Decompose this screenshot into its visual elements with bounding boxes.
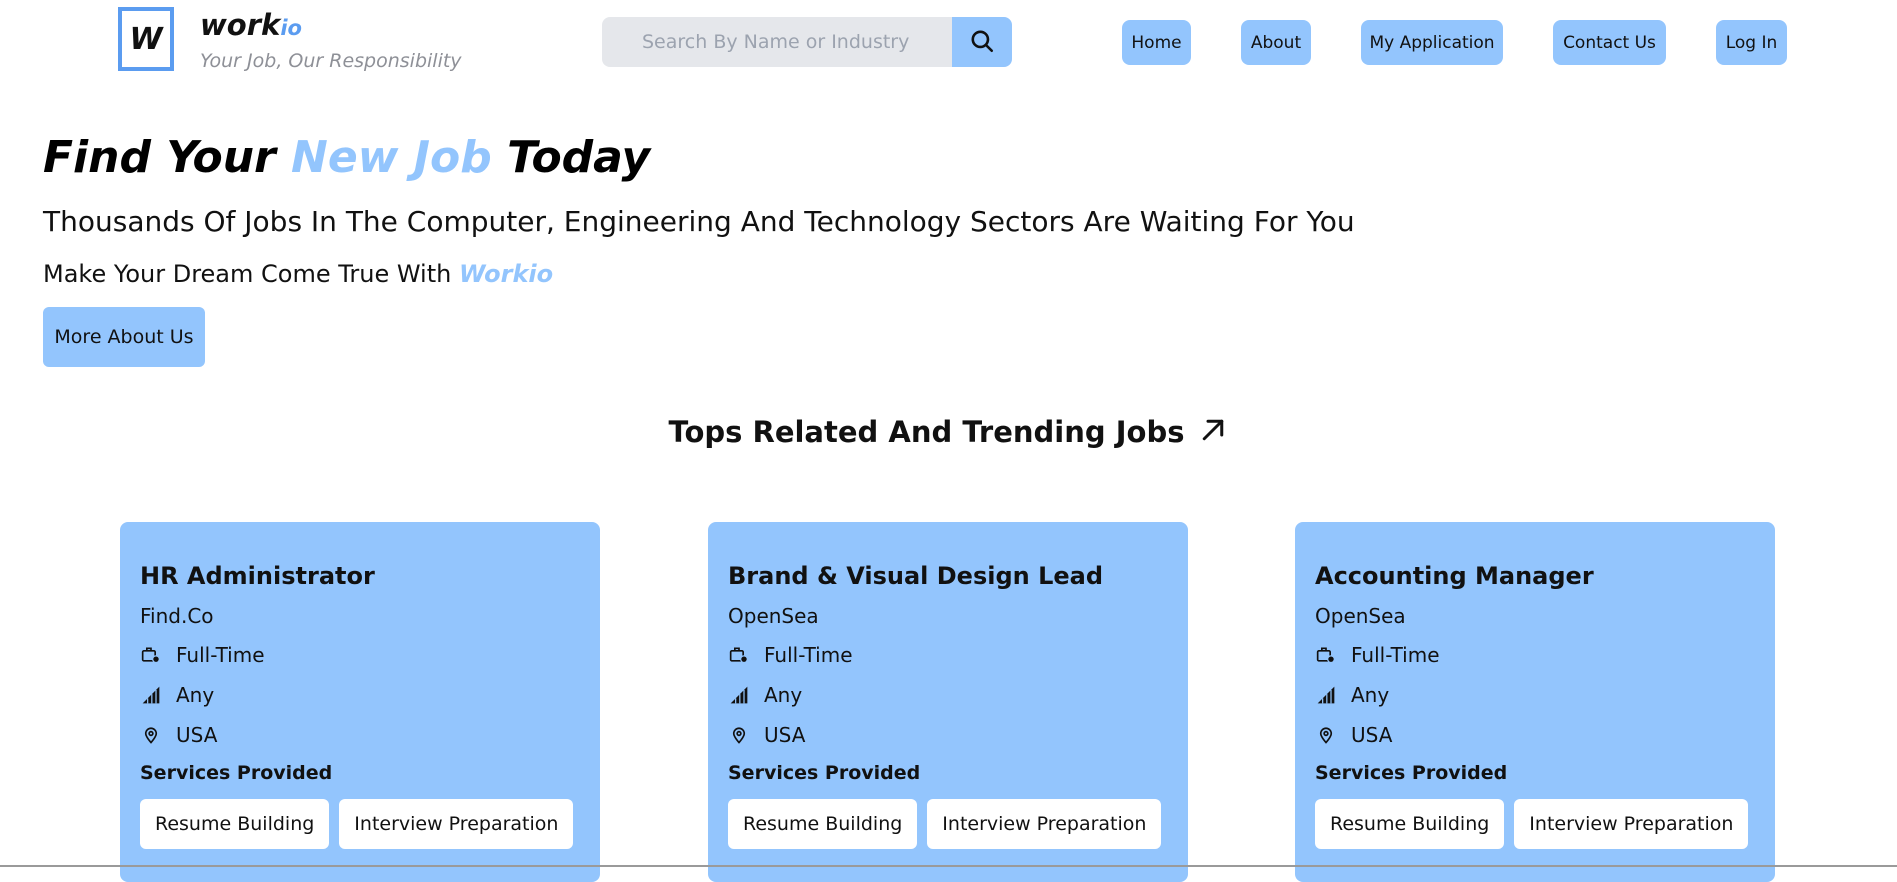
services-label: Services Provided bbox=[140, 762, 333, 784]
service-chip[interactable]: Interview Preparation bbox=[339, 799, 574, 849]
nav-my-application-button[interactable]: My Application bbox=[1361, 20, 1503, 65]
search-bar bbox=[602, 17, 1012, 67]
nav-home-button[interactable]: Home bbox=[1122, 20, 1191, 65]
job-level-row: Any bbox=[1315, 684, 1755, 706]
job-company: OpenSea bbox=[1315, 604, 1406, 628]
job-location-row: USA bbox=[728, 724, 1168, 746]
header: W workio Your Job, Our Responsibility Ho… bbox=[0, 0, 1897, 90]
job-company: Find.Co bbox=[140, 604, 214, 628]
job-title[interactable]: Accounting Manager bbox=[1315, 564, 1755, 588]
hero-title-part1: Find Your bbox=[43, 132, 292, 183]
logo-letter: W bbox=[129, 21, 163, 57]
level-stairs-icon bbox=[1315, 684, 1337, 706]
service-chip[interactable]: Resume Building bbox=[1315, 799, 1505, 849]
location-pin-icon bbox=[728, 724, 750, 746]
briefcase-clock-icon bbox=[728, 644, 750, 666]
more-about-us-button[interactable]: More About Us bbox=[43, 307, 205, 367]
trending-title-text: Tops Related And Trending Jobs bbox=[668, 415, 1185, 449]
tagline: Your Job, Our Responsibility bbox=[200, 50, 462, 72]
job-level-row: Any bbox=[728, 684, 1168, 706]
job-level: Any bbox=[764, 683, 803, 707]
briefcase-clock-icon bbox=[140, 644, 162, 666]
job-location-row: USA bbox=[140, 724, 580, 746]
job-type: Full-Time bbox=[764, 643, 853, 667]
job-type: Full-Time bbox=[176, 643, 265, 667]
trending-section-title: Tops Related And Trending Jobs bbox=[0, 415, 1897, 449]
job-location-row: USA bbox=[1315, 724, 1755, 746]
service-chip[interactable]: Interview Preparation bbox=[927, 799, 1162, 849]
job-type-row: Full-Time bbox=[1315, 644, 1755, 666]
job-location: USA bbox=[1351, 723, 1393, 747]
service-chip[interactable]: Interview Preparation bbox=[1514, 799, 1749, 849]
brand-name[interactable]: workio bbox=[200, 8, 302, 42]
job-type: Full-Time bbox=[1351, 643, 1440, 667]
nav-contact-us-button[interactable]: Contact Us bbox=[1553, 20, 1666, 65]
brand-suffix: io bbox=[280, 16, 302, 40]
job-title[interactable]: Brand & Visual Design Lead bbox=[728, 564, 1168, 588]
job-level-row: Any bbox=[140, 684, 580, 706]
job-card[interactable]: Accounting Manager OpenSea Full-Time Any… bbox=[1295, 522, 1775, 882]
search-input[interactable] bbox=[602, 17, 952, 67]
job-level: Any bbox=[176, 683, 215, 707]
hero-title: Find Your New Job Today bbox=[43, 132, 650, 183]
job-title[interactable]: HR Administrator bbox=[140, 564, 580, 588]
services-list: Resume Building Interview Preparation bbox=[140, 799, 590, 849]
hero-title-part2: Today bbox=[491, 132, 651, 183]
hero-title-accent: New Job bbox=[291, 132, 492, 183]
job-type-row: Full-Time bbox=[140, 644, 580, 666]
hero-dream: Make Your Dream Come True With Workio bbox=[43, 260, 553, 288]
hero-dream-brand: Workio bbox=[458, 260, 554, 288]
search-icon bbox=[969, 28, 995, 57]
level-stairs-icon bbox=[140, 684, 162, 706]
services-label: Services Provided bbox=[1315, 762, 1508, 784]
brand-main: work bbox=[200, 8, 281, 42]
logo[interactable]: W bbox=[118, 7, 174, 71]
job-type-row: Full-Time bbox=[728, 644, 1168, 666]
level-stairs-icon bbox=[728, 684, 750, 706]
location-pin-icon bbox=[140, 724, 162, 746]
search-button[interactable] bbox=[952, 17, 1012, 67]
job-level: Any bbox=[1351, 683, 1390, 707]
nav-login-button[interactable]: Log In bbox=[1716, 20, 1787, 65]
services-list: Resume Building Interview Preparation bbox=[1315, 799, 1765, 849]
services-label: Services Provided bbox=[728, 762, 921, 784]
job-company: OpenSea bbox=[728, 604, 819, 628]
job-location: USA bbox=[176, 723, 218, 747]
service-chip[interactable]: Resume Building bbox=[728, 799, 918, 849]
hero-subtitle: Thousands Of Jobs In The Computer, Engin… bbox=[43, 205, 1355, 238]
briefcase-clock-icon bbox=[1315, 644, 1337, 666]
job-location: USA bbox=[764, 723, 806, 747]
job-card[interactable]: HR Administrator Find.Co Full-Time Any U… bbox=[120, 522, 600, 882]
nav-about-button[interactable]: About bbox=[1241, 20, 1311, 65]
hero-dream-text: Make Your Dream Come True With bbox=[43, 260, 459, 288]
job-card[interactable]: Brand & Visual Design Lead OpenSea Full-… bbox=[708, 522, 1188, 882]
arrow-up-right-icon[interactable] bbox=[1184, 415, 1228, 449]
location-pin-icon bbox=[1315, 724, 1337, 746]
service-chip[interactable]: Resume Building bbox=[140, 799, 330, 849]
services-list: Resume Building Interview Preparation bbox=[728, 799, 1178, 849]
